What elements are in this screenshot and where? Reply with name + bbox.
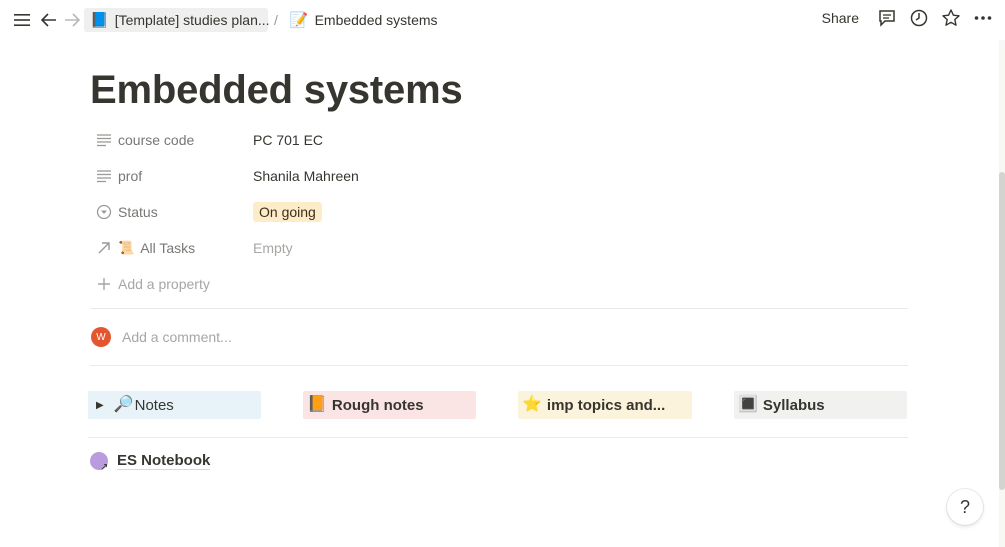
property-label: prof bbox=[118, 168, 143, 184]
share-button[interactable]: Share bbox=[816, 8, 865, 28]
property-label: Status bbox=[118, 204, 158, 220]
page-link-imp-topics[interactable]: ⭐ imp topics and... bbox=[518, 391, 692, 419]
property-label: course code bbox=[118, 132, 195, 148]
avatar: W bbox=[91, 327, 111, 347]
scroll-icon: 📜 bbox=[118, 240, 135, 255]
notebook-circle-icon: ↗ bbox=[90, 452, 109, 473]
property-row-all-tasks[interactable]: 📜 All Tasks Empty bbox=[90, 230, 908, 266]
property-value[interactable]: Empty bbox=[253, 240, 293, 256]
toggle-notes[interactable]: ▶ 🔎 Notes bbox=[88, 391, 261, 419]
magnifier-icon: 🔎 bbox=[113, 396, 134, 413]
relation-arrow-icon bbox=[90, 241, 118, 255]
property-value[interactable]: On going bbox=[253, 202, 322, 222]
page-link-syllabus[interactable]: 🔳 Syllabus bbox=[734, 391, 907, 419]
add-property-label: Add a property bbox=[118, 276, 210, 292]
star-icon: ⭐ bbox=[522, 396, 542, 413]
property-row-course-code[interactable]: course code PC 701 EC bbox=[90, 122, 908, 158]
breadcrumb-separator: / bbox=[274, 12, 278, 28]
property-row-status[interactable]: Status On going bbox=[90, 194, 908, 230]
help-button[interactable]: ? bbox=[947, 489, 983, 525]
arrow-left-icon[interactable] bbox=[40, 10, 58, 30]
property-name: Status bbox=[90, 204, 253, 220]
hamburger-icon[interactable] bbox=[12, 10, 32, 30]
book-icon: 📘 bbox=[90, 11, 109, 29]
card-label: imp topics and... bbox=[546, 396, 666, 414]
divider bbox=[90, 365, 908, 366]
scrollbar-thumb[interactable] bbox=[999, 172, 1005, 490]
status-badge: On going bbox=[253, 202, 322, 222]
card-label: Syllabus bbox=[762, 396, 825, 414]
topbar-actions: Share bbox=[816, 8, 993, 28]
property-value[interactable]: PC 701 EC bbox=[253, 132, 323, 148]
divider bbox=[88, 437, 908, 438]
plus-icon bbox=[90, 277, 118, 291]
card-label: Rough notes bbox=[331, 396, 424, 414]
breadcrumb-item-studies-plan[interactable]: 📘 [Template] studies plan... bbox=[84, 8, 270, 32]
comment-icon[interactable] bbox=[877, 8, 897, 28]
comment-input[interactable]: Add a comment... bbox=[122, 329, 232, 345]
link-arrow-icon: ↗ bbox=[100, 462, 109, 473]
comment-row: W Add a comment... bbox=[90, 309, 908, 365]
card-label: Notes bbox=[134, 396, 174, 414]
add-property-button[interactable]: Add a property bbox=[90, 266, 908, 302]
property-name: course code bbox=[90, 132, 253, 148]
select-icon bbox=[90, 204, 118, 220]
text-lines-icon bbox=[90, 133, 118, 147]
breadcrumb-label: [Template] studies plan... bbox=[114, 12, 270, 28]
more-icon[interactable] bbox=[973, 8, 993, 28]
property-label: All Tasks bbox=[140, 240, 196, 256]
page-content: Embedded systems course code PC 701 EC p… bbox=[90, 60, 908, 366]
property-value[interactable]: Shanila Mahreen bbox=[253, 168, 359, 184]
memo-icon: 📝 bbox=[289, 11, 309, 29]
arrow-right-icon[interactable] bbox=[63, 10, 81, 30]
toggle-triangle-icon[interactable]: ▶ bbox=[96, 400, 104, 411]
top-bar: 📘 [Template] studies plan... / 📝 Embedde… bbox=[0, 0, 1005, 40]
property-row-prof[interactable]: prof Shanila Mahreen bbox=[90, 158, 908, 194]
page-link-rough-notes[interactable]: 📙 Rough notes bbox=[303, 391, 476, 419]
clock-icon[interactable] bbox=[909, 8, 929, 28]
page-link-es-notebook[interactable]: ↗ ES Notebook bbox=[90, 450, 211, 473]
grid-icon: 🔳 bbox=[738, 396, 758, 413]
link-label: ES Notebook bbox=[117, 452, 211, 470]
breadcrumb-item-embedded-systems[interactable]: 📝 Embedded systems bbox=[284, 8, 444, 32]
property-name: prof bbox=[90, 168, 253, 184]
breadcrumb: 📘 [Template] studies plan... / 📝 Embedde… bbox=[84, 8, 444, 32]
notebook-icon: 📙 bbox=[307, 396, 327, 413]
page-title[interactable]: Embedded systems bbox=[90, 60, 908, 120]
property-name: 📜 All Tasks bbox=[90, 240, 253, 256]
card-row: ▶ 🔎 Notes 📙 Rough notes ⭐ imp topics and… bbox=[88, 391, 908, 419]
text-lines-icon bbox=[90, 169, 118, 183]
property-list: course code PC 701 EC prof Shanila Mahre… bbox=[90, 122, 908, 302]
star-icon[interactable] bbox=[941, 8, 961, 28]
breadcrumb-label: Embedded systems bbox=[314, 12, 438, 28]
